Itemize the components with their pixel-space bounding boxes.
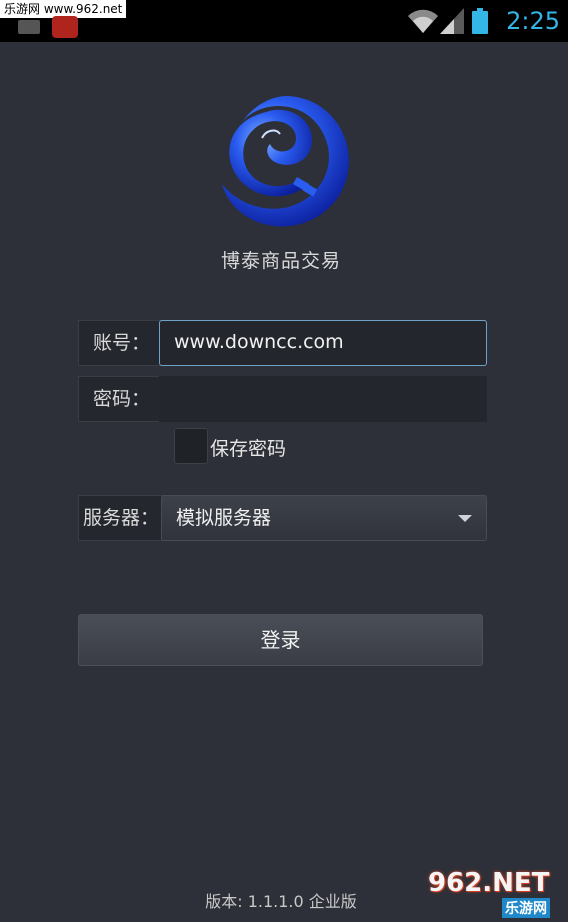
account-row: 账号： www.downcc.com (78, 320, 487, 366)
save-password-label[interactable]: 保存密码 (210, 434, 286, 461)
wifi-icon (408, 9, 438, 34)
password-label: 密码： (93, 388, 151, 410)
watermark-bottom: 962.NET 乐游网 (428, 868, 564, 918)
server-select[interactable]: 模拟服务器 (161, 495, 487, 541)
chevron-down-icon (458, 515, 472, 522)
signal-icon (440, 8, 464, 34)
password-input[interactable] (159, 376, 487, 422)
server-select-value: 模拟服务器 (176, 507, 272, 529)
keyboard-icon (18, 20, 40, 34)
clock: 2:25 (506, 7, 560, 35)
login-button[interactable]: 登录 (78, 614, 483, 666)
status-bar: 乐游网 www.962.net 2:25 (0, 0, 568, 42)
battery-icon (472, 8, 488, 34)
server-row: 服务器： 模拟服务器 (78, 495, 487, 541)
account-input[interactable]: www.downcc.com (159, 320, 487, 366)
save-password-checkbox[interactable] (174, 428, 208, 464)
watermark-brand: 962.NET (428, 868, 550, 898)
app-logo (222, 96, 349, 227)
password-row: 密码： (78, 376, 487, 422)
account-label: 账号： (93, 332, 151, 354)
app-notification-icon (52, 16, 78, 38)
app-title: 博泰商品交易 (220, 250, 341, 272)
server-label: 服务器： (83, 507, 160, 529)
watermark-site: 乐游网 (502, 898, 550, 918)
